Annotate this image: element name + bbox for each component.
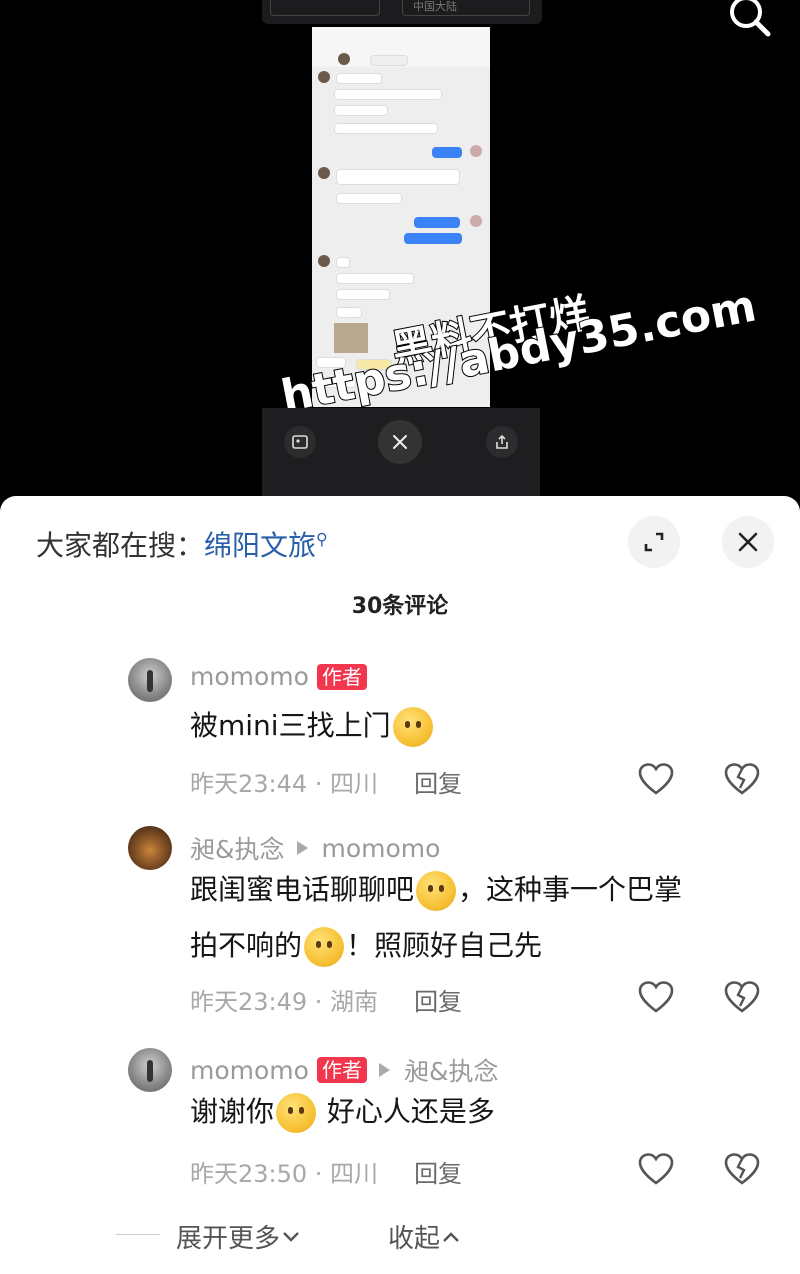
- comment-time-location: 昨天23:49 · 湖南: [190, 988, 379, 1016]
- comment-text-part: 拍不响的: [190, 929, 303, 962]
- reply-to-username[interactable]: momomo: [322, 834, 441, 863]
- comment-text-part: 好心人还是多: [318, 1095, 495, 1128]
- broken-heart-icon[interactable]: [722, 978, 762, 1018]
- reply-arrow-icon: [296, 841, 308, 855]
- comment-text: 跟闺蜜电话聊聊吧 ，这种事一个巴掌 拍不响的 ！照顾好自己先: [190, 862, 760, 974]
- comment-header: 昶&执念 momomo: [190, 830, 440, 866]
- top-tab-region[interactable]: 中国大陆: [402, 0, 530, 16]
- close-icon[interactable]: [378, 420, 422, 464]
- close-sheet-icon[interactable]: [722, 516, 774, 568]
- comment-meta: 昨天23:44 · 四川 回复: [190, 764, 462, 799]
- top-tab-left[interactable]: [270, 0, 380, 16]
- reply-button[interactable]: 回复: [414, 770, 462, 798]
- crying-face-icon: [392, 707, 433, 747]
- username[interactable]: 昶&执念: [190, 830, 285, 866]
- reply-button[interactable]: 回复: [414, 1160, 462, 1188]
- author-badge: 作者: [316, 1057, 367, 1083]
- comment-header: momomo 作者: [190, 662, 367, 691]
- comment-text-part: 谢谢你: [190, 1095, 275, 1128]
- comment-count: 30条评论: [351, 594, 449, 619]
- expand-more-label: 展开更多: [176, 1224, 281, 1254]
- chat-photo: [334, 323, 368, 353]
- trending-link[interactable]: 绵阳文旅: [204, 529, 316, 562]
- expand-icon[interactable]: [628, 516, 680, 568]
- avatar[interactable]: [128, 658, 172, 702]
- chevron-up-icon: [443, 1231, 459, 1242]
- comment-meta: 昨天23:49 · 湖南 回复: [190, 982, 462, 1017]
- username[interactable]: momomo: [190, 662, 309, 691]
- search-icon[interactable]: [722, 0, 778, 40]
- comment-footer: 展开更多 收起: [0, 1214, 800, 1254]
- expand-more-button[interactable]: 展开更多: [176, 1218, 302, 1255]
- gallery-icon[interactable]: [284, 426, 316, 458]
- broken-heart-icon[interactable]: [722, 760, 762, 800]
- collapse-label: 收起: [388, 1224, 441, 1254]
- heart-icon[interactable]: [636, 760, 676, 800]
- share-icon[interactable]: [486, 426, 518, 458]
- trending-prefix: 大家都在搜：: [36, 529, 205, 562]
- dizzy-face-icon: [304, 927, 345, 967]
- comment-text: 谢谢你 好心人还是多: [190, 1084, 760, 1140]
- author-badge: 作者: [316, 663, 367, 690]
- crying-face-icon: [276, 1093, 317, 1133]
- video-toolbar: [262, 408, 540, 500]
- reply-button[interactable]: 回复: [414, 988, 462, 1016]
- comment-text-part: ！照顾好自己先: [346, 929, 543, 962]
- heart-icon[interactable]: [636, 1150, 676, 1190]
- collapse-button[interactable]: 收起: [388, 1218, 462, 1255]
- username[interactable]: momomo: [190, 1056, 309, 1085]
- comment-meta: 昨天23:50 · 四川 回复: [190, 1154, 462, 1189]
- reply-arrow-icon: [378, 1063, 390, 1077]
- avatar[interactable]: [128, 1048, 172, 1092]
- divider: [116, 1234, 160, 1235]
- thinking-face-icon: [416, 871, 457, 911]
- comment-text-part: 被mini三找上门: [190, 709, 391, 742]
- comment-text: 被mini三找上门: [190, 698, 760, 754]
- reply-to-username[interactable]: 昶&执念: [404, 1052, 499, 1088]
- comment-time-location: 昨天23:44 · 四川: [190, 770, 379, 798]
- video-area[interactable]: 中国大陆 黑料不打烊 https://abdy35.com: [0, 0, 800, 500]
- comment-text-part: 跟闺蜜电话聊聊吧: [190, 873, 415, 906]
- comment-time-location: 昨天23:50 · 四川: [190, 1160, 379, 1188]
- top-tabs: 中国大陆: [262, 0, 542, 24]
- comment-header: momomo 作者 昶&执念: [190, 1052, 498, 1088]
- trending-search[interactable]: 大家都在搜：绵阳文旅⚲: [36, 524, 328, 564]
- comment-text-part: ，这种事一个巴掌: [458, 873, 683, 906]
- chevron-down-icon: [283, 1231, 299, 1242]
- heart-icon[interactable]: [636, 978, 676, 1018]
- search-small-icon: ⚲: [316, 529, 328, 549]
- comment-sheet: 大家都在搜：绵阳文旅⚲ 30条评论 momomo 作者 被mini三找上门 昨天…: [0, 496, 800, 1274]
- broken-heart-icon[interactable]: [722, 1150, 762, 1190]
- avatar[interactable]: [128, 826, 172, 870]
